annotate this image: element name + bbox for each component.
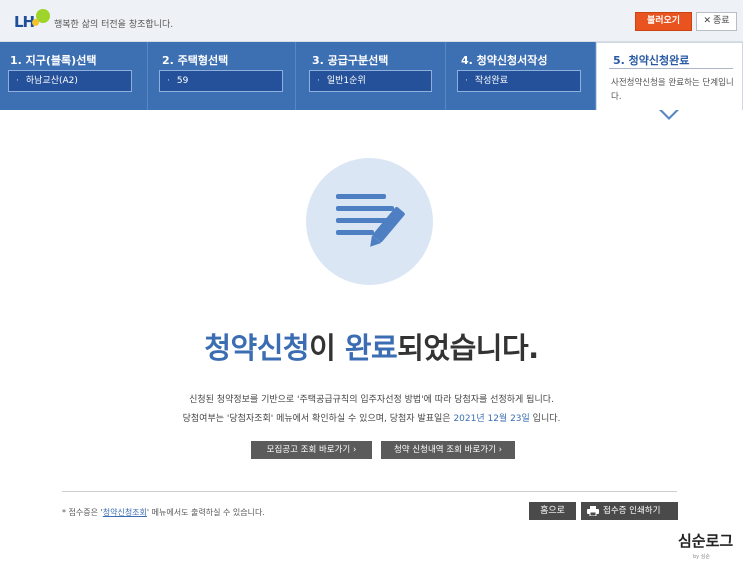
headline-part2: 이 — [309, 331, 345, 365]
note-after: ' 메뉴에서도 출력하실 수 있습니다. — [146, 508, 265, 517]
close-button[interactable]: ✕ 종료 — [696, 12, 737, 31]
info-text-2: 당첨여부는 '당첨자조회' 메뉴에서 확인하실 수 있으며, 당첨자 발표일은 … — [0, 411, 743, 424]
step-value-box: · 하남교산(A2) — [8, 70, 132, 92]
info-text-2-after: 입니다. — [529, 414, 561, 424]
document-pen-icon — [306, 158, 433, 285]
step-district: 1. 지구(블록)선택 · 하남교산(A2) — [0, 42, 148, 110]
step-value-box: · 일반1순위 — [309, 70, 432, 92]
step-value: 일반1순위 — [326, 76, 366, 86]
lh-logo[interactable]: LH — [14, 7, 54, 33]
step-value: 작성완료 — [474, 76, 508, 86]
app-window: LH 행복한 삶의 터전을 창조합니다. 불러오기 ✕ 종료 1. 지구(블록)선… — [0, 0, 743, 563]
step-title: 4. 청약신청서작성 — [461, 54, 548, 67]
divider — [609, 68, 733, 69]
logo-yellow-dot — [32, 19, 39, 26]
step-title: 1. 지구(블록)선택 — [10, 54, 97, 67]
home-button[interactable]: 홈으로 — [529, 502, 576, 520]
step-value: 59 — [176, 76, 189, 86]
headline-part3: 완료 — [344, 331, 398, 365]
printer-icon — [587, 506, 599, 516]
watermark-logo: 심순로그 — [678, 532, 734, 550]
headline-part4: 되었습니다. — [397, 331, 539, 365]
watermark-subtext: by 심순 — [693, 554, 710, 560]
step-value: 하남교산(A2) — [25, 76, 78, 86]
step-house-type: 2. 주택형선택 · 59 — [148, 42, 296, 110]
step-value-box: · 59 — [159, 70, 283, 92]
load-button[interactable]: 불러오기 — [635, 12, 692, 31]
close-label: 종료 — [712, 16, 730, 26]
step-value-box: · 작성완료 — [457, 70, 581, 92]
headline-part1: 청약신청 — [204, 331, 310, 365]
step-title: 2. 주택형선택 — [162, 54, 229, 67]
bullet-icon: · — [167, 76, 170, 86]
top-header: LH 행복한 삶의 터전을 창조합니다. 불러오기 ✕ 종료 — [0, 0, 743, 42]
info-text-1: 신청된 청약정보를 기반으로 '주택공급규칙의 입주자선정 방법'에 따라 당첨… — [189, 395, 554, 405]
step-application-form: 4. 청약신청서작성 · 작성완료 — [446, 42, 596, 110]
completion-headline: 청약신청이 완료되었습니다. — [0, 325, 743, 367]
step-description: 사전청약신청을 완료하는 단계입니다. — [611, 78, 734, 102]
step-title: 5. 청약신청완료 — [613, 54, 690, 67]
step-supply-type: 3. 공급구분선택 · 일반1순위 — [296, 42, 446, 110]
print-receipt-button[interactable]: 접수증 인쇄하기 — [581, 502, 678, 520]
print-receipt-label: 접수증 인쇄하기 — [603, 506, 661, 516]
notice-lookup-button[interactable]: 모집공고 조회 바로가기 › — [251, 441, 372, 459]
application-lookup-link[interactable]: 청약신청조회 — [103, 508, 147, 517]
application-history-button[interactable]: 청약 신청내역 조회 바로가기 › — [381, 441, 515, 459]
info-text-2-before: 당첨여부는 '당첨자조회' 메뉴에서 확인하실 수 있으며, 당첨자 발표일은 — [182, 414, 454, 424]
bullet-icon: · — [16, 76, 19, 86]
receipt-note: * 접수증은 '청약신청조회' 메뉴에서도 출력하실 수 있습니다. — [62, 507, 265, 518]
step-complete-active: 5. 청약신청완료 사전청약신청을 완료하는 단계입니다. — [596, 42, 743, 110]
note-before: * 접수증은 ' — [62, 508, 103, 517]
bullet-icon: · — [317, 76, 320, 86]
announcement-date: 2021년 12월 23일 — [453, 414, 530, 424]
bullet-icon: · — [465, 76, 468, 86]
close-icon: ✕ — [703, 16, 711, 26]
slogan: 행복한 삶의 터전을 창조합니다. — [54, 20, 174, 30]
step-pointer-fill — [661, 109, 677, 117]
step-title: 3. 공급구분선택 — [312, 54, 389, 67]
divider — [62, 491, 677, 492]
